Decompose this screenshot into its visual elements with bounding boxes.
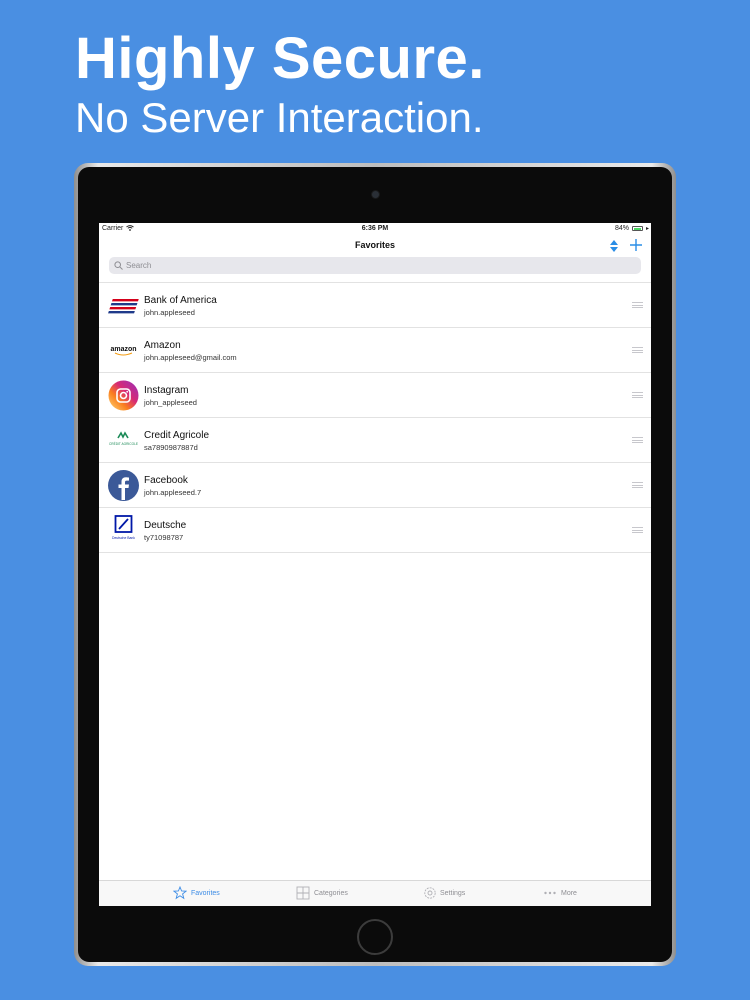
gear-icon bbox=[424, 887, 436, 899]
amazon-logo: amazon bbox=[110, 346, 137, 356]
credit-agricole-logo-text: CRÉDIT AGRICOLE bbox=[109, 441, 138, 446]
reorder-handle-icon[interactable] bbox=[632, 392, 643, 398]
row-title: Facebook bbox=[144, 475, 188, 486]
battery-percent: 84% bbox=[614, 225, 629, 232]
reorder-handle-icon[interactable] bbox=[632, 302, 643, 308]
grid-icon bbox=[296, 886, 310, 900]
row-username: john.appleseed@gmail.com bbox=[144, 353, 237, 362]
reorder-handle-icon[interactable] bbox=[632, 347, 643, 353]
sort-icon[interactable] bbox=[609, 239, 619, 253]
search-icon bbox=[114, 261, 123, 270]
list-item[interactable]: Deutsche Bank Deutsche ty71098787 bbox=[99, 508, 651, 553]
reorder-handle-icon[interactable] bbox=[632, 482, 643, 488]
status-bar: Carrier 6:36 PM 84% ▸ bbox=[99, 223, 651, 235]
row-username: sa7890987887d bbox=[144, 443, 198, 452]
tab-label: More bbox=[561, 890, 577, 897]
facebook-logo bbox=[108, 470, 139, 501]
credit-agricole-logo: CRÉDIT AGRICOLE bbox=[109, 431, 138, 446]
promo-headline: Highly Secure. bbox=[75, 26, 485, 91]
list-item[interactable]: Bank of America john.appleseed bbox=[99, 283, 651, 328]
tab-bar: Favorites Categories Settings More bbox=[99, 880, 651, 906]
tab-label: Settings bbox=[440, 890, 466, 897]
list-item[interactable]: Facebook john.appleseed.7 bbox=[99, 463, 651, 508]
tab-label: Favorites bbox=[191, 890, 220, 897]
more-icon bbox=[544, 891, 556, 895]
deutsche-bank-logo-text: Deutsche Bank bbox=[112, 536, 135, 540]
row-username: john.appleseed.7 bbox=[144, 488, 202, 497]
row-title: Credit Agricole bbox=[144, 430, 210, 441]
row-title: Instagram bbox=[144, 385, 189, 396]
list-item[interactable]: CRÉDIT AGRICOLE Credit Agricole sa789098… bbox=[99, 418, 651, 463]
home-button[interactable] bbox=[357, 919, 393, 955]
bank-of-america-logo bbox=[108, 299, 139, 314]
row-title: Bank of America bbox=[144, 295, 217, 306]
bluetooth-icon: ▸ bbox=[645, 226, 649, 232]
search-input[interactable] bbox=[126, 258, 626, 273]
status-time: 6:36 PM bbox=[361, 225, 389, 232]
promo-subline: No Server Interaction. bbox=[75, 94, 484, 141]
reorder-handle-icon[interactable] bbox=[632, 527, 643, 533]
app-screen: Carrier 6:36 PM 84% ▸ Favorites Search B… bbox=[99, 223, 651, 906]
list-item[interactable]: Instagram john_appleseed bbox=[99, 373, 651, 418]
row-username: ty71098787 bbox=[144, 533, 184, 542]
row-username: john_appleseed bbox=[144, 398, 197, 407]
amazon-logo-text: amazon bbox=[110, 346, 136, 353]
add-button[interactable] bbox=[629, 238, 643, 252]
star-icon bbox=[173, 886, 187, 900]
list-item[interactable]: amazon Amazon john.appleseed@gmail.com bbox=[99, 328, 651, 373]
reorder-handle-icon[interactable] bbox=[632, 437, 643, 443]
row-title: Deutsche bbox=[144, 520, 187, 531]
camera bbox=[371, 190, 380, 199]
deutsche-bank-logo: Deutsche Bank bbox=[112, 515, 135, 540]
instagram-logo bbox=[108, 380, 139, 411]
navigation-bar: Favorites bbox=[99, 235, 651, 257]
search-bar[interactable] bbox=[109, 257, 641, 274]
nav-title: Favorites bbox=[354, 240, 396, 250]
favorites-list: Bank of America john.appleseed amazon Am… bbox=[99, 282, 651, 553]
battery-icon bbox=[632, 226, 643, 231]
row-title: Amazon bbox=[144, 340, 181, 351]
row-username: john.appleseed bbox=[144, 308, 195, 317]
tab-label: Categories bbox=[314, 890, 348, 897]
